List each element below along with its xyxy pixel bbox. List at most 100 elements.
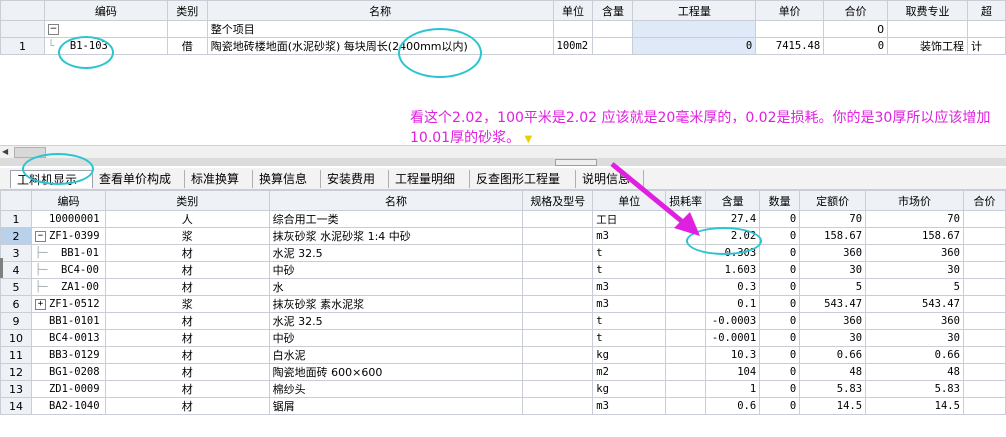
material-total[interactable] [962,278,1006,296]
material-content[interactable]: 1.603 [705,261,761,279]
col-header-content[interactable]: 含量 [592,0,634,21]
table-row[interactable]: 4 ├─ BC4-00 材中砂 t 1.603 0 30 30 [0,261,1006,279]
material-qty[interactable]: 0 [759,295,801,313]
tab-reverse-lookup[interactable]: 反查图形工程量 [470,170,576,188]
table-row[interactable]: 5 ├─ ZA1-00 材水 m3 0.3 0 5 5 [0,278,1006,296]
material-spec[interactable] [522,278,594,296]
material-total[interactable] [962,244,1006,262]
tab-quantity-detail[interactable]: 工程量明细 [389,170,470,188]
col-header-extra[interactable]: 超 [967,0,1006,21]
col-header-unit[interactable]: 单位 [552,0,594,21]
material-qty[interactable]: 0 [759,261,801,279]
material-market-price[interactable]: 0.66 [865,346,964,364]
material-name[interactable]: 中砂 [268,329,524,347]
material-total[interactable] [962,329,1006,347]
material-total[interactable] [962,210,1006,228]
splitter-grip[interactable] [555,159,597,166]
material-total[interactable] [962,227,1006,245]
material-code[interactable]: ├─ BB1-01 [30,244,106,262]
material-code[interactable]: + ZF1-0512 [30,295,106,313]
material-content[interactable]: 0.3 [705,278,761,296]
material-type[interactable]: 人 [104,210,270,228]
col-header-code[interactable]: 编码 [43,0,168,21]
col-header[interactable] [0,0,45,21]
material-total[interactable] [962,312,1006,330]
col-header-type[interactable]: 类别 [166,0,208,21]
material-code[interactable]: ├─ ZA1-00 [30,278,106,296]
col-header-content[interactable]: 含量 [705,190,761,211]
col-header-quantity[interactable]: 工程量 [632,0,757,21]
material-quota-price[interactable]: 0.66 [799,346,867,364]
material-type[interactable]: 材 [104,380,270,398]
material-market-price[interactable]: 30 [865,261,964,279]
material-type[interactable]: 材 [104,244,270,262]
tab-convert-info[interactable]: 换算信息 [253,170,321,188]
material-code[interactable]: − ZF1-0399 [30,227,106,245]
pane-splitter[interactable] [0,158,1006,166]
material-unit[interactable]: kg [592,346,667,364]
collapse-icon[interactable]: − [47,24,59,35]
item-type[interactable]: 借 [166,37,208,55]
material-code[interactable]: ├─ BC4-00 [30,261,106,279]
table-row[interactable]: 10 BC4-0013 材中砂 t -0.0001 0 30 30 [0,329,1006,347]
material-loss[interactable] [665,278,707,296]
expand-icon[interactable]: + [34,298,46,310]
material-total[interactable] [962,295,1006,313]
material-name[interactable]: 棉纱头 [268,380,524,398]
material-spec[interactable] [522,227,594,245]
col-header-name[interactable]: 名称 [268,190,524,211]
material-quota-price[interactable]: 5 [799,278,867,296]
material-total[interactable] [962,363,1006,381]
material-loss[interactable] [665,329,707,347]
material-loss[interactable] [665,261,707,279]
col-header-total[interactable]: 合价 [962,190,1006,211]
material-name[interactable]: 综合用工一类 [268,210,524,228]
item-unit[interactable]: 100m2 [552,37,594,55]
material-content[interactable]: 0.6 [705,397,761,415]
material-loss[interactable] [665,295,707,313]
col-header-type[interactable]: 类别 [104,190,270,211]
material-qty[interactable]: 0 [759,363,801,381]
material-unit[interactable]: m2 [592,363,667,381]
material-name[interactable]: 水泥 32.5 [268,312,524,330]
material-market-price[interactable]: 14.5 [865,397,964,415]
material-spec[interactable] [522,261,594,279]
col-header-name[interactable]: 名称 [206,0,554,21]
collapse-icon[interactable]: − [34,230,46,242]
material-code[interactable]: ZD1-0009 [30,380,106,398]
material-market-price[interactable]: 543.47 [865,295,964,313]
material-type[interactable]: 浆 [104,227,270,245]
col-header-price[interactable]: 单价 [755,0,825,21]
material-market-price[interactable]: 360 [865,312,964,330]
item-fee[interactable]: 装饰工程 [887,37,968,55]
table-row[interactable]: 3 ├─ BB1-01 材水泥 32.5 t 0.303 0 360 360 [0,244,1006,262]
material-code[interactable]: BG1-0208 [30,363,106,381]
tab-standard-convert[interactable]: 标准换算 [185,170,253,188]
item-extra[interactable]: 计 [967,37,1006,55]
material-code[interactable]: BA2-1040 [30,397,106,415]
table-row[interactable]: 11 BB3-0129 材白水泥 kg 10.3 0 0.66 0.66 [0,346,1006,364]
material-content[interactable]: -0.0003 [705,312,761,330]
material-quota-price[interactable]: 360 [799,244,867,262]
col-header-code[interactable]: 编码 [30,190,106,211]
material-total[interactable] [962,397,1006,415]
col-header-quota[interactable]: 定额价 [799,190,867,211]
material-qty[interactable]: 0 [759,278,801,296]
material-market-price[interactable]: 158.67 [865,227,964,245]
material-loss[interactable] [665,363,707,381]
table-row[interactable]: 1 └ B1-103 借 陶瓷地砖楼地面(水泥砂浆) 每块周长(2400mm以内)… [0,37,1006,55]
material-loss[interactable] [665,380,707,398]
group-row[interactable]: − 整个项目 0 [0,20,1006,38]
material-unit[interactable]: m3 [592,278,667,296]
material-loss[interactable] [665,397,707,415]
table-row[interactable]: 6 + ZF1-0512 浆抹灰砂浆 素水泥浆 m3 0.1 0 543.47 543.47 [0,295,1006,313]
material-content[interactable]: 10.3 [705,346,761,364]
tab-install-fee[interactable]: 安装费用 [321,170,389,188]
material-content[interactable]: 104 [705,363,761,381]
table-row[interactable]: 9 BB1-0101 材水泥 32.5 t -0.0003 0 360 360 [0,312,1006,330]
table-row[interactable]: 1 10000001 人综合用工一类 工日 27.4 0 70 70 [0,210,1006,228]
material-unit[interactable]: t [592,261,667,279]
material-quota-price[interactable]: 48 [799,363,867,381]
material-name[interactable]: 中砂 [268,261,524,279]
col-header[interactable] [0,190,32,211]
